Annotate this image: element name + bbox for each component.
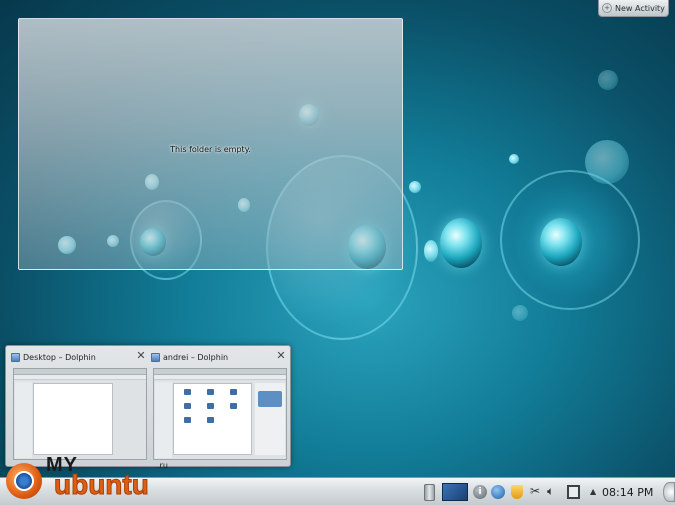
logo-text-ru: .ru	[157, 461, 168, 470]
kde-menu-icon[interactable]	[6, 463, 42, 499]
plus-icon: +	[602, 3, 612, 13]
window-thumbnail[interactable]	[13, 368, 147, 460]
volume-icon[interactable]: 🔈︎	[547, 484, 554, 499]
info-icon[interactable]: i	[473, 485, 487, 499]
task-header: Desktop – Dolphin	[11, 350, 147, 365]
pager-icon[interactable]	[442, 483, 468, 501]
scissors-icon[interactable]: ✂	[530, 484, 540, 498]
clock[interactable]: 08:14 PM	[602, 486, 653, 499]
device-notifier-icon[interactable]	[567, 485, 580, 499]
wallpaper-dot	[598, 70, 618, 90]
new-activity-label: New Activity	[615, 3, 665, 13]
task-item-andrei-dolphin[interactable]: andrei – Dolphin ✕	[151, 350, 287, 462]
dolphin-icon	[151, 353, 160, 362]
logo-text-ubuntu: ubuntu	[54, 469, 150, 500]
network-globe-icon[interactable]	[491, 485, 505, 499]
task-header: andrei – Dolphin	[151, 350, 287, 365]
trash-icon[interactable]	[422, 482, 436, 502]
panel-toolbox-icon[interactable]	[663, 482, 675, 502]
window-thumbnail[interactable]	[153, 368, 287, 460]
close-icon[interactable]: ✕	[275, 350, 287, 362]
wallpaper-dot	[585, 140, 629, 184]
task-title: andrei – Dolphin	[163, 353, 229, 362]
wallpaper-dot	[509, 154, 519, 164]
wallpaper-dot	[512, 305, 528, 321]
folder-view-widget[interactable]: This folder is empty.	[18, 18, 403, 270]
task-item-desktop-dolphin[interactable]: Desktop – Dolphin ✕	[11, 350, 147, 462]
dolphin-icon	[11, 353, 20, 362]
tray-expand-icon[interactable]: ▲	[590, 487, 596, 496]
task-title: Desktop – Dolphin	[23, 353, 96, 362]
folder-empty-message: This folder is empty.	[170, 145, 251, 154]
wallpaper-orb	[440, 218, 482, 268]
wallpaper-dot	[424, 240, 438, 262]
update-shield-icon[interactable]	[511, 485, 523, 499]
close-icon[interactable]: ✕	[135, 350, 147, 362]
myubuntu-watermark-logo: MY .ru ubuntu	[2, 455, 182, 505]
wallpaper-orb	[540, 218, 582, 266]
task-preview-popup: Desktop – Dolphin ✕ andrei – Dolphin ✕	[5, 345, 291, 467]
new-activity-button[interactable]: + New Activity	[598, 0, 669, 17]
wallpaper-dot	[409, 181, 421, 193]
